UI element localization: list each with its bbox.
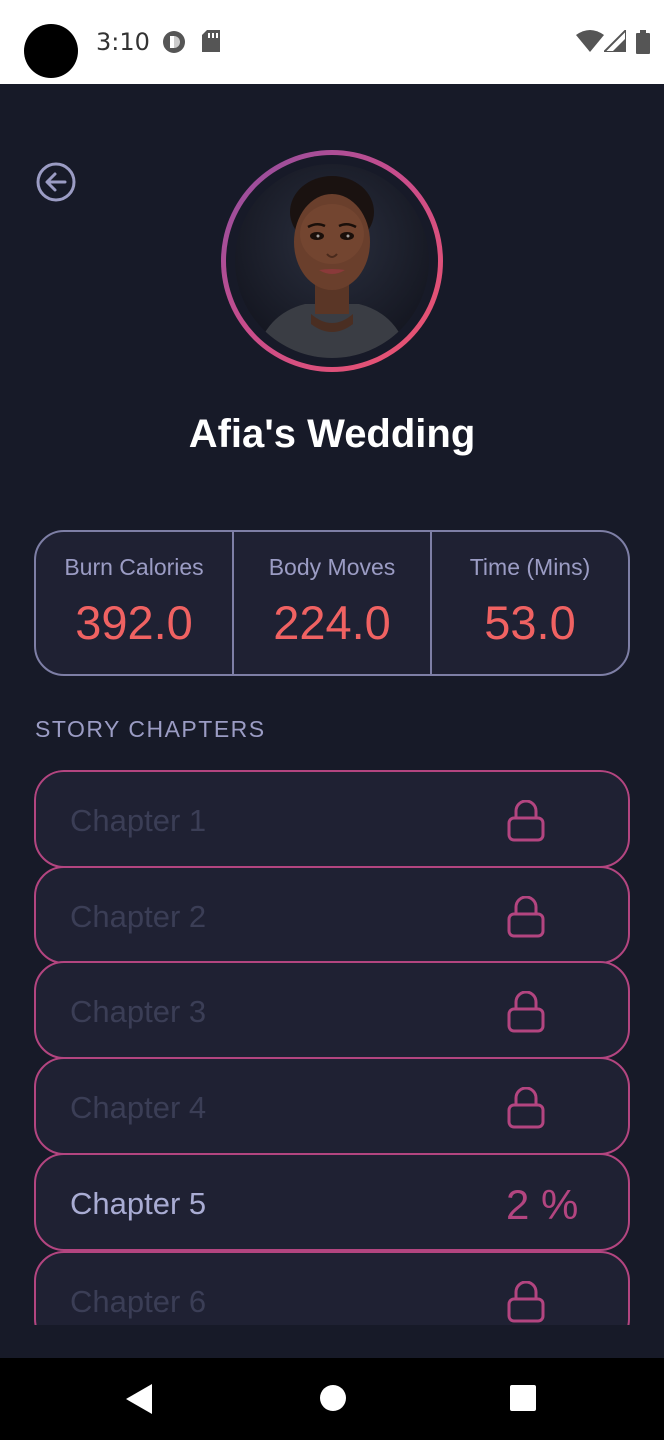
story-detail-screen: Afia's Wedding Burn Calories 392.0 Body … [0, 84, 664, 1358]
sd-card-icon [202, 30, 220, 52]
character-portrait [235, 164, 429, 358]
chapter-item-3[interactable]: Chapter 3 [34, 961, 630, 1059]
wifi-icon [576, 30, 604, 52]
circle-home-icon [320, 1385, 346, 1411]
story-title: Afia's Wedding [188, 412, 476, 456]
lock-icon [507, 1281, 545, 1323]
battery-icon [636, 30, 650, 54]
camera-cutout [24, 24, 78, 78]
chapter-label: Chapter 4 [70, 1090, 207, 1125]
chapter-item-2[interactable]: Chapter 2 [34, 866, 630, 964]
chapter-item-1[interactable]: Chapter 1 [34, 770, 630, 868]
chapter-list: Chapter 1 Chapter 2 Chapter 3 Chapter 4 [34, 770, 630, 1325]
avatar [221, 150, 443, 372]
stat-label: Body Moves [268, 554, 396, 580]
arrow-left-circle-icon [36, 162, 76, 202]
nav-recents-button[interactable] [509, 1384, 537, 1417]
chapter-label: Chapter 3 [70, 994, 207, 1029]
stat-body-moves: Body Moves 224.0 [232, 532, 430, 674]
system-nav-bar [0, 1358, 664, 1440]
app-notification-icon [162, 30, 186, 54]
back-button[interactable] [36, 162, 76, 202]
signal-icon [604, 30, 626, 52]
stat-label: Burn Calories [64, 554, 204, 580]
chapter-label: Chapter 2 [70, 899, 207, 934]
chapter-item-6[interactable]: Chapter 6 [34, 1251, 630, 1325]
chapter-item-4[interactable]: Chapter 4 [34, 1057, 630, 1155]
status-time: 3:10 [96, 28, 150, 56]
nav-back-button[interactable] [126, 1384, 152, 1419]
status-bar: 3:10 [0, 0, 664, 84]
square-recents-icon [510, 1385, 536, 1411]
chapter-label: Chapter 5 [70, 1186, 207, 1221]
lock-icon [507, 896, 545, 938]
stats-card: Burn Calories 392.0 Body Moves 224.0 Tim… [34, 530, 630, 676]
lock-icon [507, 991, 545, 1033]
stat-value: 224.0 [273, 596, 391, 649]
stat-time: Time (Mins) 53.0 [430, 532, 628, 674]
chapter-progress: 2 % [506, 1181, 579, 1228]
chapter-label: Chapter 1 [70, 803, 207, 838]
nav-home-button[interactable] [319, 1384, 347, 1417]
triangle-back-icon [126, 1384, 152, 1414]
section-title: STORY CHAPTERS [35, 716, 266, 742]
chapter-item-5[interactable]: Chapter 5 2 % [34, 1153, 630, 1251]
stat-value: 392.0 [75, 596, 193, 649]
chapter-label: Chapter 6 [70, 1284, 207, 1319]
stat-label: Time (Mins) [469, 554, 591, 580]
stat-value: 53.0 [484, 596, 576, 649]
lock-icon [507, 1087, 545, 1129]
lock-icon [507, 800, 545, 842]
stat-burn-calories: Burn Calories 392.0 [36, 532, 232, 674]
